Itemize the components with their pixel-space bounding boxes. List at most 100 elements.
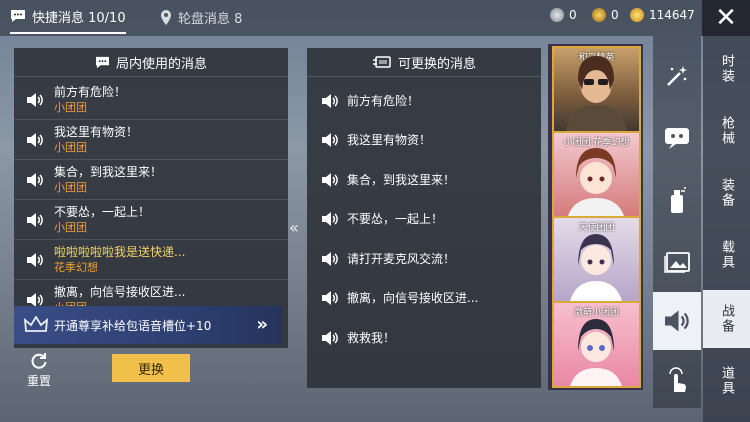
speaker-icon (321, 172, 339, 188)
gold-token-icon (592, 8, 606, 22)
list-item[interactable]: 我这里有物资！ (307, 120, 541, 159)
currency-gold-token-value: 0 (611, 8, 619, 22)
list-item[interactable]: 请打开麦克风交流！ (307, 239, 541, 278)
spray-can-icon (671, 187, 686, 213)
message-voice: 小团团 (54, 141, 87, 154)
anime-girl-portrait-icon (568, 148, 624, 216)
side-tab-fashion[interactable]: 时装 (703, 40, 750, 98)
close-button[interactable]: ✕ (702, 0, 750, 36)
replaceable-messages-panel: 可更换的消息 前方有危险！ 我这里有物资！ 集合，到我这里来！ 不要怂，一起上！… (307, 48, 541, 388)
message-text: 我这里有物资！ (347, 133, 432, 147)
tab-wheel-messages[interactable]: 轮盘消息 8 (160, 0, 242, 34)
speaker-icon (321, 290, 339, 306)
tap-hand-icon (669, 367, 686, 392)
side-tab-label: 时装 (719, 54, 734, 84)
chat-bubble-icon (665, 128, 689, 149)
magic-wand-icon (667, 66, 687, 86)
replace-button[interactable]: 更换 (112, 354, 190, 382)
side-tab-items[interactable]: 道具 (703, 352, 750, 410)
sub-category-picture[interactable] (653, 236, 701, 288)
sub-category-voice-active[interactable] (653, 292, 701, 350)
speaker-icon (665, 310, 689, 332)
character-portrait-icon (566, 56, 627, 131)
list-item[interactable]: 救救我！ (307, 318, 541, 357)
speaker-icon (26, 132, 44, 148)
message-voice: 小团团 (54, 101, 87, 114)
voice-pack-card[interactable]: 天使团团 (552, 216, 641, 303)
sub-category-gesture[interactable] (653, 354, 701, 406)
list-item[interactable]: 集合，到我这里来！ 小团团 (14, 160, 288, 200)
list-item[interactable]: 撤离，向信号接收区进... (307, 278, 541, 317)
voice-pack-card[interactable]: 和平精英 (552, 46, 641, 133)
message-voice: 小团团 (54, 221, 87, 234)
speaker-icon (26, 252, 44, 268)
speaker-icon (321, 132, 339, 148)
currency-coins[interactable]: 114647 (630, 8, 695, 22)
list-item[interactable]: 啦啦啦啦啦我是送快递... 花季幻想 (14, 240, 288, 280)
message-swap-icon (372, 56, 391, 68)
chat-icon (11, 10, 25, 22)
cute-girl-portrait-icon (570, 319, 622, 386)
list-item[interactable]: 前方有危险！ 小团团 (14, 80, 288, 120)
currency-coins-value: 114647 (649, 8, 695, 22)
refresh-icon (31, 353, 47, 369)
message-text: 集合，到我这里来！ (54, 165, 163, 179)
message-text: 不要怂，一起上！ (54, 205, 151, 219)
speaker-icon (321, 93, 339, 109)
message-text: 救救我！ (347, 331, 396, 345)
message-text: 前方有危险！ (347, 94, 420, 108)
list-item[interactable]: 前方有危险！ (307, 81, 541, 120)
sub-category-chat[interactable] (653, 112, 701, 164)
side-tab-label: 载具 (719, 240, 734, 270)
list-item[interactable]: 不要怂，一起上！ 小团团 (14, 200, 288, 240)
list-item[interactable]: 我这里有物资！ 小团团 (14, 120, 288, 160)
message-text: 前方有危险！ (54, 85, 127, 99)
premium-supply-promo-banner[interactable]: 开通尊享补给包语音槽位+10 » (14, 306, 282, 344)
replace-label: 更换 (137, 362, 164, 378)
reset-label: 重置 (26, 374, 51, 388)
message-text: 啦啦啦啦啦我是送快递... (54, 245, 186, 259)
double-chevron-right-icon: » (256, 314, 268, 335)
right-panel-header: 可更换的消息 (307, 48, 541, 77)
speaker-icon (26, 172, 44, 188)
side-tab-label: 枪械 (719, 116, 734, 146)
list-item[interactable]: 集合，到我这里来！ (307, 160, 541, 199)
message-text: 不要怂，一起上！ (347, 212, 444, 226)
side-tab-weapons[interactable]: 枪械 (703, 102, 750, 160)
voice-pack-card[interactable]: 激萌小团团 (552, 301, 641, 388)
in-game-messages-panel: 局内使用的消息 前方有危险！ 小团团 我这里有物资！ 小团团 集合，到我这里来！… (14, 48, 288, 348)
message-text: 撤离，向信号接收区进... (54, 285, 186, 299)
collapse-arrow-icon[interactable]: « (289, 218, 299, 237)
currency-silver[interactable]: 0 (550, 8, 577, 22)
gold-coin-icon (630, 8, 644, 22)
speaker-icon (26, 212, 44, 228)
message-text: 集合，到我这里来！ (347, 173, 456, 187)
tab-quick-messages[interactable]: 快捷消息 10/10 (10, 0, 126, 34)
side-tab-equipment[interactable]: 装备 (703, 164, 750, 222)
silver-coin-icon (550, 8, 564, 22)
promo-text: 开通尊享补给包语音槽位+10 (54, 318, 212, 333)
message-voice: 花季幻想 (54, 261, 98, 274)
crown-icon (24, 316, 48, 332)
side-tab-label: 装备 (719, 178, 734, 208)
tab-wheel-label: 轮盘消息 8 (178, 11, 243, 27)
left-panel-header: 局内使用的消息 (14, 48, 288, 77)
location-pin-icon (161, 9, 171, 25)
speaker-icon (26, 92, 44, 108)
currency-gold-token[interactable]: 0 (592, 8, 619, 22)
sub-category-spray[interactable] (653, 174, 701, 226)
reset-button[interactable]: 重置 (22, 352, 56, 389)
left-panel-title: 局内使用的消息 (115, 56, 207, 72)
chat-icon (95, 56, 109, 68)
side-tab-vehicles[interactable]: 载具 (703, 226, 750, 284)
message-text: 撤离，向信号接收区进... (347, 291, 479, 305)
right-panel-title: 可更换的消息 (397, 56, 476, 72)
message-text: 我这里有物资！ (54, 125, 139, 139)
sub-category-effect[interactable] (653, 50, 701, 102)
speaker-icon (321, 330, 339, 346)
side-tab-tactical-active[interactable]: 战备 (703, 290, 750, 348)
voice-pack-card[interactable]: 小团团·花季幻想 (552, 131, 641, 218)
list-item[interactable]: 不要怂，一起上！ (307, 199, 541, 238)
side-tab-label: 战备 (719, 304, 734, 334)
close-icon: ✕ (715, 3, 737, 33)
